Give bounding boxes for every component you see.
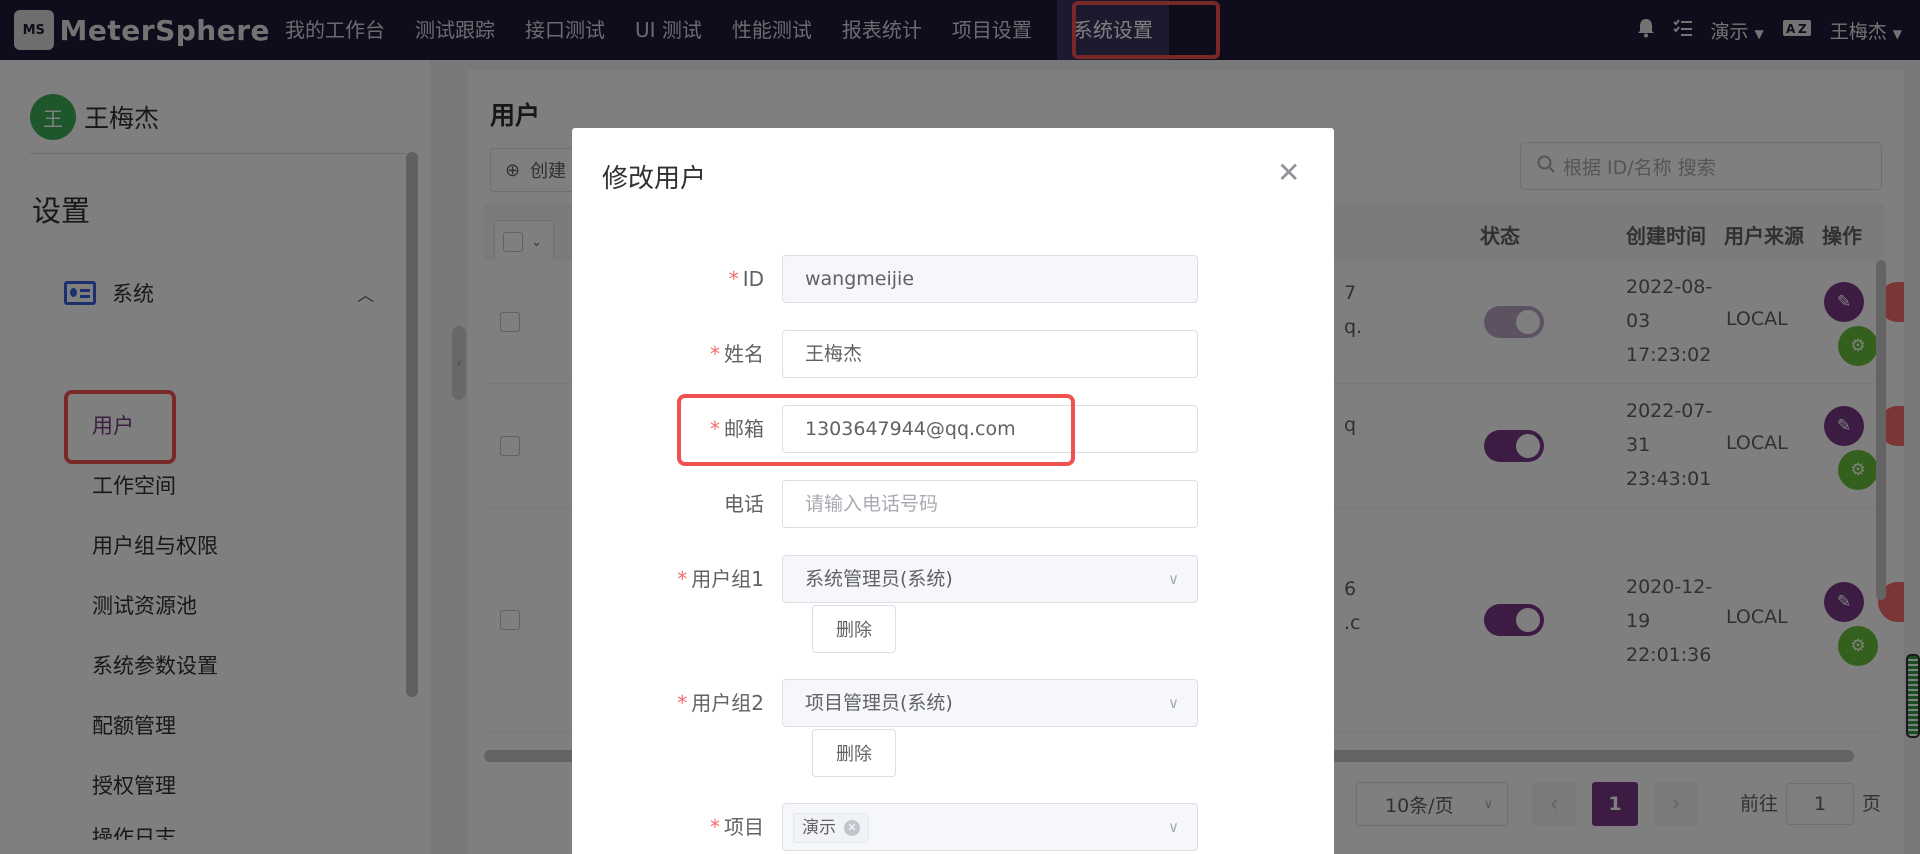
email-label: * 邮箱 (710, 417, 764, 441)
form-row-id: * ID wangmeijie (572, 255, 1334, 303)
user-group2-select[interactable]: 项目管理员(系统) ∨ (782, 679, 1198, 727)
id-field[interactable]: wangmeijie (782, 255, 1198, 303)
edit-user-dialog: 修改用户 ✕ * ID wangmeijie * 姓名 王梅杰 * 邮箱 130364… (572, 128, 1334, 854)
email-field[interactable]: 1303647944@qq.com (782, 405, 1198, 453)
chevron-down-icon: ∨ (1168, 818, 1179, 836)
phone-label: 电话 (724, 492, 764, 516)
form-row-email: * 邮箱 1303647944@qq.com (572, 405, 1334, 453)
phone-field[interactable]: 请输入电话号码 (782, 480, 1198, 528)
dialog-title: 修改用户 (602, 164, 707, 194)
form-row-name: * 姓名 王梅杰 (572, 330, 1334, 378)
name-field[interactable]: 王梅杰 (782, 330, 1198, 378)
tag-close-icon[interactable]: ✕ (844, 820, 860, 836)
close-icon[interactable]: ✕ (1277, 156, 1300, 189)
chevron-down-icon: ∨ (1168, 694, 1179, 712)
delete-group1-button[interactable]: 删除 (812, 605, 896, 653)
project-label: * 项目 (710, 815, 764, 839)
chevron-down-icon: ∨ (1168, 570, 1179, 588)
form-row-group1: * 用户组1 系统管理员(系统) ∨ (572, 555, 1334, 603)
delete-group2-button[interactable]: 删除 (812, 729, 896, 777)
user-group2-value: 项目管理员(系统) (805, 692, 953, 714)
user-group1-select[interactable]: 系统管理员(系统) ∨ (782, 555, 1198, 603)
project-select[interactable]: 演示 ✕ ∨ (782, 803, 1198, 851)
form-row-group2: * 用户组2 项目管理员(系统) ∨ (572, 679, 1334, 727)
project-tag: 演示 ✕ (793, 813, 869, 843)
project-tag-label: 演示 (802, 818, 836, 838)
user-group1-value: 系统管理员(系统) (805, 568, 953, 590)
group1-label: * 用户组1 (677, 567, 764, 591)
name-label: * 姓名 (710, 342, 764, 366)
form-row-phone: 电话 请输入电话号码 (572, 480, 1334, 528)
group2-label: * 用户组2 (677, 691, 764, 715)
id-label: * ID (728, 267, 764, 291)
form-row-project: * 项目 演示 ✕ ∨ (572, 803, 1334, 851)
